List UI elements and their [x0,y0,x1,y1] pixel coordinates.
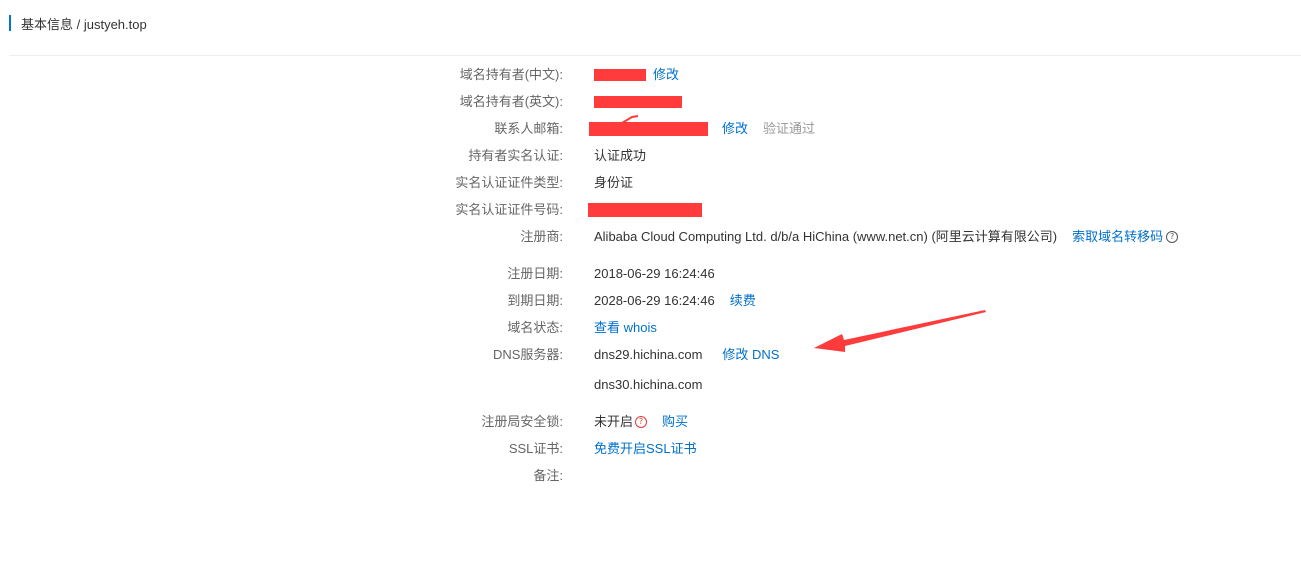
label-ssl: SSL证书: [508,441,563,456]
value-lock: 未开启 ? 购买 [594,412,688,432]
label-status: 域名状态: [507,320,563,335]
redaction-stroke-path [621,115,639,124]
free-ssl-link[interactable]: 免费开启SSL证书 [594,439,697,459]
row-email: 联系人邮箱: 修改 验证通过 [0,119,1301,139]
label-cert-no: 实名认证证件号码: [455,202,563,217]
row-dns: DNS服务器: dns29.hichina.com 修改 DNS [0,345,1301,365]
dns-server-2: dns30.hichina.com [594,377,703,392]
value-cert-no [588,200,702,220]
label-registrar: 注册商: [520,229,563,244]
redacted-cert-no [588,203,702,217]
row-cert-type: 实名认证证件类型: 身份证 [0,173,1301,193]
edit-owner-cn-link[interactable]: 修改 [653,65,679,85]
label-remark: 备注: [533,468,563,483]
row-dns-2: dns30.hichina.com [0,375,1301,395]
label-owner-en: 域名持有者(英文): [459,94,563,109]
row-lock: 注册局安全锁: 未开启 ? 购买 [0,412,1301,432]
exp-date-text: 2028-06-29 16:24:46 [594,293,715,308]
email-verified-status: 验证通过 [763,121,816,136]
label-email: 联系人邮箱: [494,121,563,136]
value-cert-type: 身份证 [594,175,634,190]
value-dns-2: dns30.hichina.com [594,375,702,395]
value-owner-en [594,92,682,112]
edit-dns-link[interactable]: 修改 DNS [722,345,779,365]
header-accent-bar [9,15,11,31]
redacted-owner-cn [594,69,646,81]
value-owner-cn: 修改 [594,65,679,85]
renew-link[interactable]: 续费 [730,291,756,311]
row-realname: 持有者实名认证: 认证成功 [0,146,1301,166]
view-whois-link[interactable]: 查看 whois [594,318,657,338]
annotation-arrow-shape [814,310,986,352]
label-lock: 注册局安全锁: [481,414,563,429]
label-realname: 持有者实名认证: [468,148,563,163]
row-cert-no: 实名认证证件号码: [0,200,1301,220]
value-status: 查看 whois [594,318,657,338]
value-realname: 认证成功 [594,148,647,163]
lock-status: 未开启 [594,414,634,429]
row-owner-en: 域名持有者(英文): [0,92,1301,112]
question-circle-icon[interactable]: ? [635,416,648,428]
value-registrar: Alibaba Cloud Computing Ltd. d/b/a HiChi… [594,227,1179,247]
redacted-owner-en [594,96,682,108]
edit-email-link[interactable]: 修改 [722,119,748,139]
value-reg-date: 2018-06-29 16:24:46 [594,266,715,281]
label-cert-type: 实名认证证件类型: [455,175,563,190]
row-ssl: SSL证书: 免费开启SSL证书 [0,439,1301,459]
request-transfer-code-link[interactable]: 索取域名转移码 [1072,227,1163,247]
row-status: 域名状态: 查看 whois [0,318,1301,338]
question-circle-icon[interactable]: ? [1166,231,1179,243]
row-owner-cn: 域名持有者(中文): 修改 [0,65,1301,85]
label-dns: DNS服务器: [492,347,563,362]
annotation-arrow [814,310,986,352]
redaction-stroke-mark [621,115,639,124]
buy-lock-link[interactable]: 购买 [662,412,688,432]
value-dns-1: dns29.hichina.com 修改 DNS [594,345,779,365]
value-ssl: 免费开启SSL证书 [594,439,697,459]
dns-server-1: dns29.hichina.com [594,347,703,362]
domain-info-page: 基本信息 / justyeh.top 域名持有者(中文): 修改 域名持有者(英… [0,0,1301,578]
row-remark: 备注: [0,466,1301,486]
row-reg-date: 注册日期: 2018-06-29 16:24:46 [0,264,1301,284]
redacted-email [589,122,708,136]
registrar-name: Alibaba Cloud Computing Ltd. d/b/a HiChi… [594,229,1058,244]
label-reg-date: 注册日期: [507,266,563,281]
row-registrar: 注册商: Alibaba Cloud Computing Ltd. d/b/a … [0,227,1301,247]
page-header: 基本信息 / justyeh.top [9,14,147,32]
header-divider [9,55,1301,56]
row-exp-date: 到期日期: 2028-06-29 16:24:46 续费 [0,291,1301,311]
value-exp-date: 2028-06-29 16:24:46 续费 [594,291,756,311]
label-owner-cn: 域名持有者(中文): [459,67,563,82]
label-exp-date: 到期日期: [507,293,563,308]
page-title: 基本信息 / justyeh.top [21,16,147,32]
